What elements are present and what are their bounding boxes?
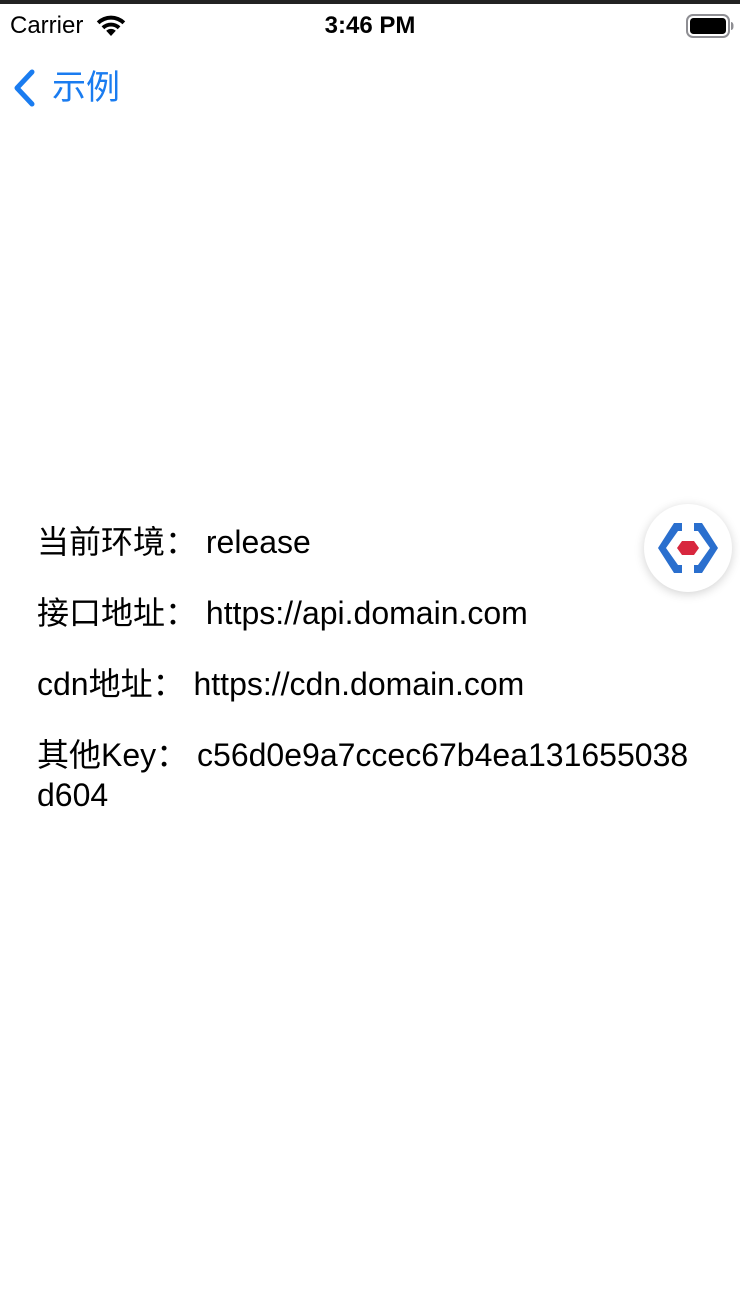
floating-debug-button[interactable] xyxy=(644,504,732,592)
back-button-label: 示例 xyxy=(52,69,120,107)
current-environment-text: 当前环境： release xyxy=(37,524,311,560)
battery-icon xyxy=(686,14,734,38)
back-button[interactable]: 示例 xyxy=(8,64,120,112)
cdn-address-text: cdn地址： https://cdn.domain.com xyxy=(37,666,525,702)
navigation-bar: 示例 xyxy=(0,48,740,128)
other-key-text: 其他Key： c56d0e9a7ccec67b4ea131655038d604 xyxy=(37,737,689,813)
status-time: 3:46 PM xyxy=(324,12,416,39)
api-address-text: 接口地址： https://api.domain.com xyxy=(37,595,528,631)
environment-info: 当前环境： release 接口地址： https://api.domain.c… xyxy=(37,522,697,815)
chevron-left-icon xyxy=(14,69,35,107)
status-bar: Carrier 3:46 PM xyxy=(0,4,740,48)
debug-tool-icon xyxy=(658,519,718,577)
